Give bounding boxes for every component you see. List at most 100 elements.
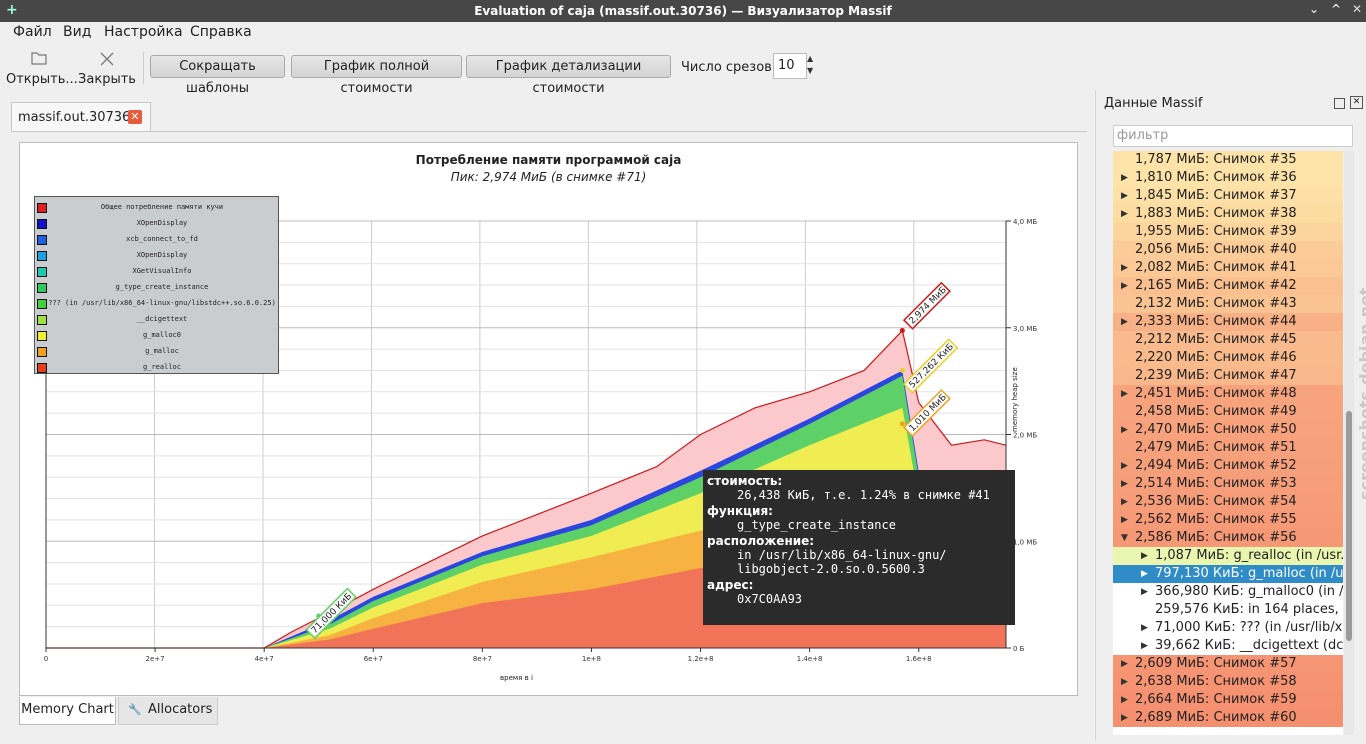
expand-arrow-icon[interactable]: ▶ <box>1121 187 1128 205</box>
maximize-button[interactable]: ^ <box>1331 2 1341 16</box>
expand-arrow-icon[interactable]: ▶ <box>1141 637 1148 655</box>
expand-arrow-icon[interactable]: ▶ <box>1121 277 1128 295</box>
tree-row-label: 2,165 МиБ: Снимок #42 <box>1135 278 1297 293</box>
window-title: Evaluation of caja (massif.out.30736) — … <box>474 4 892 18</box>
tree-snapshot-row[interactable]: ▶ 2,664 МиБ: Снимок #59 <box>1113 691 1343 709</box>
tree-scrollbar[interactable] <box>1344 151 1354 735</box>
tree-snapshot-row[interactable]: ▶ 2,609 МиБ: Снимок #57 <box>1113 655 1343 673</box>
scrollbar-thumb[interactable] <box>1346 411 1352 641</box>
tree-snapshot-row[interactable]: 2,056 МиБ: Снимок #40 <box>1113 241 1343 259</box>
expand-arrow-icon[interactable]: ▶ <box>1141 547 1148 565</box>
tree-snapshot-row[interactable]: ▶ 2,562 МиБ: Снимок #55 <box>1113 511 1343 529</box>
window-titlebar: + Evaluation of caja (massif.out.30736) … <box>0 0 1366 22</box>
tree-snapshot-row[interactable]: 2,479 МиБ: Снимок #51 <box>1113 439 1343 457</box>
tree-snapshot-row[interactable]: 2,239 МиБ: Снимок #47 <box>1113 367 1343 385</box>
tree-snapshot-row[interactable]: 1,955 МиБ: Снимок #39 <box>1113 223 1343 241</box>
tree-snapshot-row[interactable]: ▼ 2,586 МиБ: Снимок #56 <box>1113 529 1343 547</box>
expand-arrow-icon[interactable]: ▶ <box>1121 475 1128 493</box>
tree-child-row[interactable]: ▶ 71,000 КиБ: ??? (in /usr/lib/x... <box>1113 619 1343 637</box>
expand-arrow-icon[interactable]: ▶ <box>1121 709 1128 727</box>
tree-row-label: 1,787 МиБ: Снимок #35 <box>1135 152 1297 167</box>
close-window-button[interactable]: ✕ <box>1352 2 1362 16</box>
tree-child-row[interactable]: 259,576 КиБ: in 164 places, a... <box>1113 601 1343 619</box>
expand-arrow-icon[interactable]: ▶ <box>1121 673 1128 691</box>
expand-arrow-icon[interactable]: ▶ <box>1121 421 1128 439</box>
spinbox-arrows[interactable]: ▲ ▼ <box>807 53 818 79</box>
dock-close-icon[interactable]: ✕ <box>1350 96 1363 109</box>
expand-arrow-icon[interactable]: ▶ <box>1121 205 1128 223</box>
tree-child-row[interactable]: ▶ 1,087 МиБ: g_realloc (in /usr... <box>1113 547 1343 565</box>
tree-snapshot-row[interactable]: ▶ 2,689 МиБ: Снимок #60 <box>1113 709 1343 727</box>
tree-snapshot-row[interactable]: 2,212 МиБ: Снимок #45 <box>1113 331 1343 349</box>
tree-snapshot-row[interactable]: 2,458 МиБ: Снимок #49 <box>1113 403 1343 421</box>
tree-snapshot-row[interactable]: ▶ 2,082 МиБ: Снимок #41 <box>1113 259 1343 277</box>
expand-arrow-icon[interactable]: ▶ <box>1141 565 1148 583</box>
tree-snapshot-row[interactable]: ▶ 2,638 МиБ: Снимок #58 <box>1113 673 1343 691</box>
wrench-icon: 🔧 <box>128 703 142 716</box>
tab-allocators[interactable]: 🔧 Allocators <box>118 697 218 725</box>
tree-snapshot-row[interactable]: ▶ 2,514 МиБ: Снимок #53 <box>1113 475 1343 493</box>
expand-arrow-icon[interactable]: ▶ <box>1121 457 1128 475</box>
expand-arrow-icon[interactable]: ▶ <box>1121 385 1128 403</box>
detail-cost-graph-button[interactable]: График детализации стоимости <box>466 55 671 96</box>
tab-massif-file[interactable]: massif.out.30736 ✕ <box>11 102 151 131</box>
massif-tree[interactable]: 1,787 МиБ: Снимок #35 ▶ 1,810 МиБ: Снимок … <box>1113 151 1343 735</box>
expand-arrow-icon[interactable]: ▶ <box>1121 511 1128 529</box>
menu-file[interactable]: Файл <box>13 24 52 40</box>
spin-down-icon[interactable]: ▼ <box>807 65 818 77</box>
close-icon <box>100 52 114 66</box>
x-tick-label: 8e+7 <box>473 655 492 663</box>
snapshots-spinbox[interactable]: 10 <box>773 53 807 79</box>
tree-snapshot-row[interactable]: 1,787 МиБ: Снимок #35 <box>1113 151 1343 169</box>
dock-splitter[interactable] <box>1095 90 1096 740</box>
dock-float-icon[interactable] <box>1334 98 1345 109</box>
expand-arrow-icon[interactable]: ▶ <box>1141 583 1148 601</box>
minimize-button[interactable]: ⌄ <box>1309 2 1319 16</box>
collapse-arrow-icon[interactable]: ▼ <box>1121 529 1128 547</box>
legend-label: __dcigettext <box>136 315 188 323</box>
tree-snapshot-row[interactable]: 2,132 МиБ: Снимок #43 <box>1113 295 1343 313</box>
expand-arrow-icon[interactable]: ▶ <box>1141 619 1148 637</box>
expand-arrow-icon[interactable]: ▶ <box>1121 691 1128 709</box>
tree-snapshot-row[interactable]: ▶ 2,494 МиБ: Снимок #52 <box>1113 457 1343 475</box>
tree-child-row[interactable]: ▶ 366,980 КиБ: g_malloc0 (in /... <box>1113 583 1343 601</box>
expand-arrow-icon[interactable]: ▶ <box>1121 259 1128 277</box>
menu-help[interactable]: Справка <box>190 24 252 40</box>
filter-input[interactable]: фильтр <box>1113 125 1353 147</box>
tree-snapshot-row[interactable]: ▶ 2,451 МиБ: Снимок #48 <box>1113 385 1343 403</box>
tree-snapshot-row[interactable]: ▶ 2,333 МиБ: Снимок #44 <box>1113 313 1343 331</box>
open-label: Открыть... <box>6 72 78 87</box>
tree-snapshot-row[interactable]: 2,220 МиБ: Снимок #46 <box>1113 349 1343 367</box>
tab-bar-line <box>11 131 1087 132</box>
close-button[interactable]: Закрыть <box>78 50 136 90</box>
expand-arrow-icon[interactable]: ▶ <box>1121 169 1128 187</box>
tree-child-row[interactable]: ▶ 39,662 КиБ: __dcigettext (dc... <box>1113 637 1343 655</box>
legend-item: __dcigettext <box>35 313 278 327</box>
menu-view[interactable]: Вид <box>63 24 91 40</box>
menu-settings[interactable]: Настройка <box>104 24 183 40</box>
open-button[interactable]: Открыть... <box>6 50 78 90</box>
spin-up-icon[interactable]: ▲ <box>807 53 818 65</box>
tree-snapshot-row[interactable]: ▶ 2,536 МиБ: Снимок #54 <box>1113 493 1343 511</box>
chart-xlabel: время в i <box>500 674 533 682</box>
tooltip-function-label: функция: <box>707 504 773 518</box>
tree-row-label: 1,883 МиБ: Снимок #38 <box>1135 206 1297 221</box>
tree-snapshot-row[interactable]: ▶ 1,883 МиБ: Снимок #38 <box>1113 205 1343 223</box>
tab-close-icon[interactable]: ✕ <box>128 110 142 124</box>
total-cost-graph-button[interactable]: График полной стоимости <box>291 55 462 96</box>
legend-label: g_malloc <box>145 347 179 355</box>
legend-item: g_realloc <box>35 361 278 375</box>
tab-memory-chart[interactable]: Memory Chart <box>19 697 116 725</box>
tree-snapshot-row[interactable]: ▶ 1,810 МиБ: Снимок #36 <box>1113 169 1343 187</box>
y-tick-label: 1,0 МБ <box>1013 538 1037 546</box>
shorten-templates-button[interactable]: Сокращать шаблоны <box>150 55 285 96</box>
tree-snapshot-row[interactable]: ▶ 2,165 МиБ: Снимок #42 <box>1113 277 1343 295</box>
tree-snapshot-row[interactable]: ▶ 1,845 МиБ: Снимок #37 <box>1113 187 1343 205</box>
tree-row-label: 2,689 МиБ: Снимок #60 <box>1135 710 1297 725</box>
legend-item: XOpenDisplay <box>35 217 278 231</box>
tree-child-row[interactable]: ▶ 797,130 КиБ: g_malloc (in /u... <box>1113 565 1343 583</box>
tree-snapshot-row[interactable]: ▶ 2,470 МиБ: Снимок #50 <box>1113 421 1343 439</box>
expand-arrow-icon[interactable]: ▶ <box>1121 313 1128 331</box>
expand-arrow-icon[interactable]: ▶ <box>1121 493 1128 511</box>
expand-arrow-icon[interactable]: ▶ <box>1121 655 1128 673</box>
